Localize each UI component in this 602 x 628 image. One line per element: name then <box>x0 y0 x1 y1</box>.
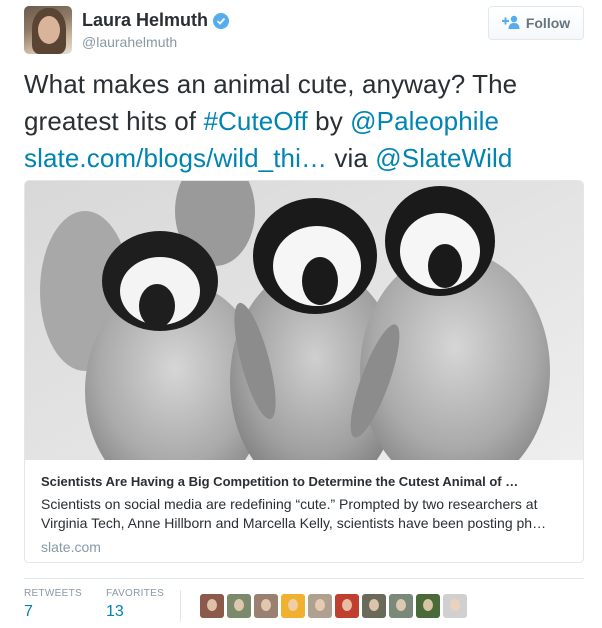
tweet-text-segment: greatest hits of <box>24 106 204 136</box>
card-description-line: Scientists on social media are redefinin… <box>41 496 538 512</box>
card-domain[interactable]: slate.com <box>41 539 571 555</box>
follow-button-label: Follow <box>525 15 571 31</box>
favoriter-avatar[interactable] <box>308 594 332 618</box>
avatar-face <box>38 16 60 44</box>
tweet-text-segment: by <box>307 106 351 136</box>
verified-badge-icon <box>213 12 230 29</box>
tweet-text: What makes an animal cute, anyway? The g… <box>24 66 584 177</box>
tweet-header: Laura Helmuth @laurahelmuth Follow <box>24 6 584 56</box>
favoriter-avatar[interactable] <box>362 594 386 618</box>
retweets-label: RETWEETS <box>24 588 82 599</box>
retweets-count: 7 <box>24 603 33 620</box>
follow-button[interactable]: Follow <box>488 6 584 40</box>
card-description: Scientists on social media are redefinin… <box>41 495 571 533</box>
url-link[interactable]: slate.com/blogs/wild_thi… <box>24 143 327 173</box>
favoriter-avatars <box>200 594 467 618</box>
mention-link[interactable]: @SlateWild <box>375 143 512 173</box>
card-description-line: Virginia Tech, Anne Hillborn and Marcell… <box>41 515 547 531</box>
favoriter-avatar[interactable] <box>335 594 359 618</box>
author-avatar[interactable] <box>24 6 72 54</box>
favorites-count: 13 <box>106 603 124 620</box>
favoriter-avatar[interactable] <box>200 594 224 618</box>
stats-divider <box>24 578 584 579</box>
stats-separator <box>180 590 181 622</box>
favorites-label: FAVORITES <box>106 588 165 599</box>
favoriter-avatar[interactable] <box>227 594 251 618</box>
tweet-line-2: greatest hits of #CuteOff by @Paleophile <box>24 103 584 140</box>
add-user-icon <box>501 15 520 32</box>
name-row: Laura Helmuth <box>82 10 230 31</box>
tweet-line-1: What makes an animal cute, anyway? The <box>24 69 518 99</box>
link-card[interactable]: Scientists Are Having a Big Competition … <box>24 180 584 563</box>
mention-link[interactable]: @Paleophile <box>350 106 499 136</box>
favoriter-avatar[interactable] <box>443 594 467 618</box>
tweet-text-segment: via <box>327 143 376 173</box>
hashtag-link[interactable]: #CuteOff <box>203 106 307 136</box>
retweets-stat[interactable]: RETWEETS 7 <box>24 588 82 621</box>
favoriter-avatar[interactable] <box>254 594 278 618</box>
card-title[interactable]: Scientists Are Having a Big Competition … <box>41 473 571 491</box>
author-handle[interactable]: @laurahelmuth <box>82 34 177 50</box>
favoriter-avatar[interactable] <box>389 594 413 618</box>
favoriter-avatar[interactable] <box>416 594 440 618</box>
favorites-stat[interactable]: FAVORITES 13 <box>106 588 164 621</box>
card-image-penguin-chicks[interactable] <box>25 181 583 460</box>
author-display-name[interactable]: Laura Helmuth <box>82 10 208 31</box>
favoriter-avatar[interactable] <box>281 594 305 618</box>
tweet-line-3: slate.com/blogs/wild_thi… via @SlateWild <box>24 140 584 177</box>
card-body: Scientists Are Having a Big Competition … <box>41 473 571 555</box>
